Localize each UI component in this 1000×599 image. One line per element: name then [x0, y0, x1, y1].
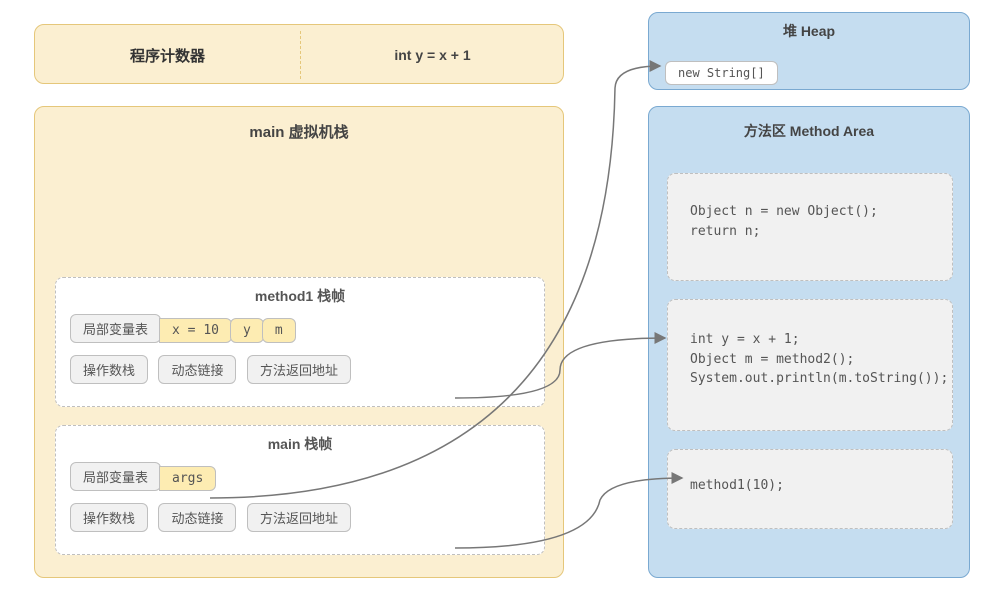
method-area-title: 方法区 Method Area [649, 107, 969, 141]
operand-stack-label-0: 操作数栈 [70, 355, 148, 384]
heap-box: 堆 Heap new String[] [648, 12, 970, 90]
code-block-2-line-0: method1(10); [690, 476, 930, 496]
stack-frame-method1-title: method1 栈帧 [56, 278, 544, 308]
dynamic-linking-label-1: 动态链接 [158, 503, 236, 532]
local-var-label-main: 局部变量表 [70, 462, 161, 491]
var-x: x = 10 [159, 318, 232, 343]
code-block-1-line-0: int y = x + 1; [690, 330, 930, 350]
program-counter-box: 程序计数器 int y = x + 1 [34, 24, 564, 84]
var-args: args [159, 466, 216, 491]
method-area-box: 方法区 Method Area Object n = new Object();… [648, 106, 970, 578]
operand-stack-label-1: 操作数栈 [70, 503, 148, 532]
vm-stack-box: main 虚拟机栈 method1 栈帧 局部变量表x = 10ym 操作数栈 … [34, 106, 564, 578]
code-block-1-line-1: Object m = method2(); [690, 350, 930, 370]
return-addr-label-1: 方法返回地址 [247, 503, 351, 532]
code-block-1: int y = x + 1; Object m = method2(); Sys… [667, 299, 953, 431]
stack-frame-main: main 栈帧 局部变量表args 操作数栈 动态链接 方法返回地址 [55, 425, 545, 555]
heap-object-chip: new String[] [665, 61, 778, 85]
var-m: m [262, 318, 296, 343]
code-block-0-line-0: Object n = new Object(); [690, 202, 930, 222]
stack-frame-main-title: main 栈帧 [56, 426, 544, 456]
code-block-2: method1(10); [667, 449, 953, 529]
var-y: y [230, 318, 264, 343]
pc-current-instruction: int y = x + 1 [300, 25, 565, 85]
code-block-1-line-2: System.out.println(m.toString()); [690, 369, 930, 389]
pc-title: 程序计数器 [35, 25, 300, 85]
code-block-0-line-1: return n; [690, 222, 930, 242]
return-addr-label-0: 方法返回地址 [247, 355, 351, 384]
code-block-0: Object n = new Object(); return n; [667, 173, 953, 281]
dynamic-linking-label-0: 动态链接 [158, 355, 236, 384]
vm-stack-title: main 虚拟机栈 [35, 107, 563, 142]
heap-title: 堆 Heap [649, 13, 969, 41]
local-var-label: 局部变量表 [70, 314, 161, 343]
stack-frame-method1: method1 栈帧 局部变量表x = 10ym 操作数栈 动态链接 方法返回地… [55, 277, 545, 407]
